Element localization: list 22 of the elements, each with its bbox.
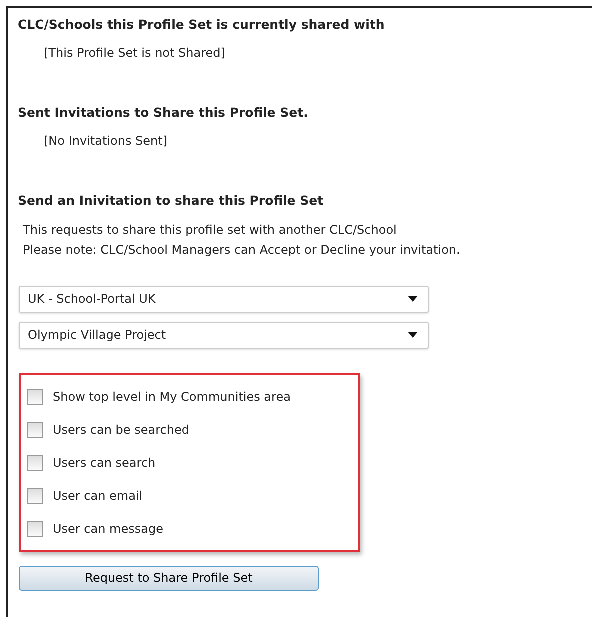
checkbox-label: Show top level in My Communities area xyxy=(53,389,291,406)
status-text: [No Invitations Sent] xyxy=(43,132,168,150)
checkbox[interactable] xyxy=(27,422,43,438)
checkbox-label: Users can search xyxy=(53,455,156,472)
checkbox[interactable] xyxy=(27,488,43,504)
caret-icon xyxy=(408,296,418,302)
checkbox-label: User can message xyxy=(53,521,164,538)
dropdown[interactable]: Olympic Village Project xyxy=(19,322,429,349)
caret-icon xyxy=(408,332,418,338)
checkbox[interactable] xyxy=(27,521,43,538)
checkbox-label: User can email xyxy=(53,488,143,506)
request-button[interactable]: Request to Share Profile Set xyxy=(19,566,319,591)
checkbox-label: Users can be searched xyxy=(53,422,190,440)
status-text: [This Profile Set is not Shared] xyxy=(43,44,226,62)
section-heading: CLC/Schools this Profile Set is currently shared with xyxy=(18,16,386,34)
checkbox[interactable] xyxy=(27,389,43,406)
section-heading: Sent Invitations to Share this Profile Set. xyxy=(18,104,310,122)
description-text: Please note: CLC/School Managers can Accept or Decline your invitation. xyxy=(23,242,462,259)
section-heading: Send an Inivitation to share this Profile Set xyxy=(18,192,325,210)
checkbox[interactable] xyxy=(27,455,43,472)
dropdown[interactable]: UK - School-Portal UK xyxy=(19,286,429,313)
description-text: This requests to share this profile set with another CLC/School xyxy=(23,222,398,239)
